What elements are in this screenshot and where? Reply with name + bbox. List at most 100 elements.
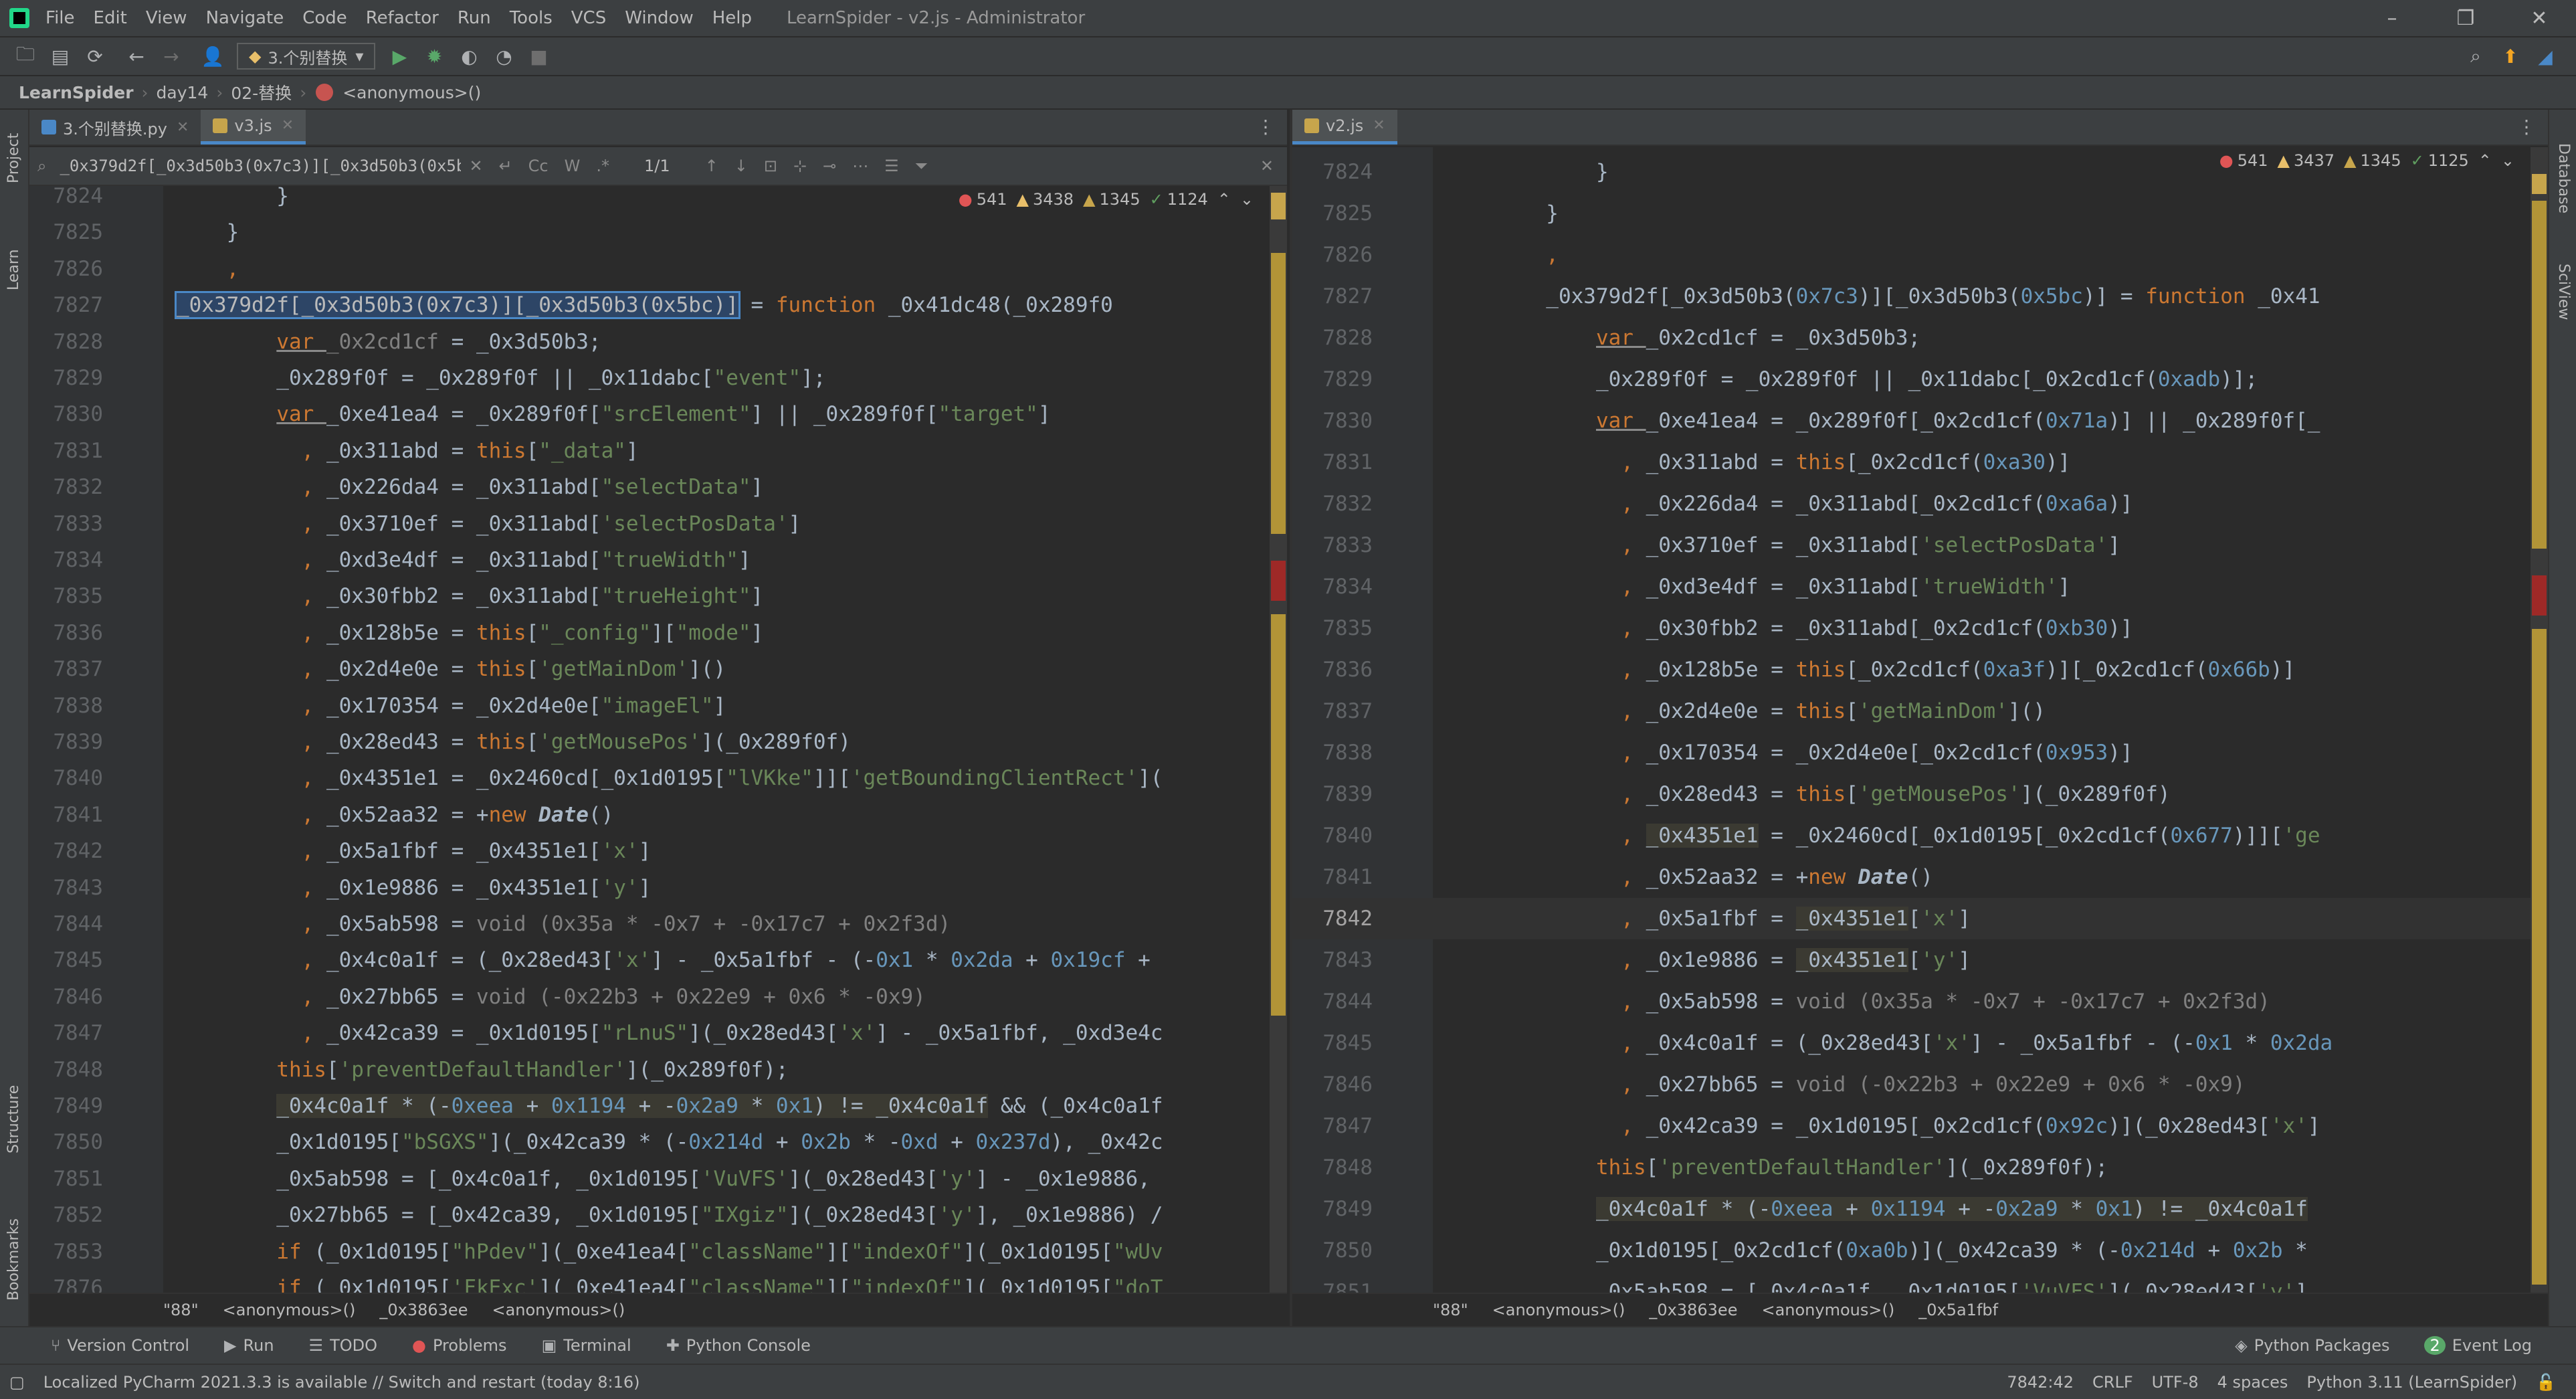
code-line[interactable]: 7850 _0x1d0195["bSGXS"](_0x42ca39 * (-0x… [29,1124,1287,1160]
user-icon[interactable]: 👤 [198,41,227,71]
code-line[interactable]: 7850 _0x1d0195[_0x2cd1cf(0xa0b)](_0x42ca… [1292,1230,2548,1271]
code-line[interactable]: 7827 _0x379d2f[_0x3d50b3(0x7c3)][_0x3d50b… [29,287,1287,323]
lock-icon[interactable]: 🔓 [2527,1373,2576,1392]
code-line[interactable]: 7840 , _0x4351e1 = _0x2460cd[_0x1d0195[_… [1292,815,2548,856]
more-icon[interactable]: ⋮ [2505,116,2548,145]
new-line-icon[interactable]: ↵ [499,157,512,175]
tab-v3-js[interactable]: v3.js ✕ [201,110,306,145]
indent-setting[interactable]: 4 spaces [2208,1373,2298,1392]
code-line[interactable]: 7833 , _0x3710ef = _0x311abd['selectPosD… [29,506,1287,542]
crumb[interactable]: <anonymous>() [1749,1301,1906,1319]
sciview-tool-tab[interactable]: SciView [2555,264,2572,320]
tool-window-problems[interactable]: ● Problems [395,1336,524,1355]
menu-tools[interactable]: Tools [500,8,562,28]
maximize-icon[interactable]: ❐ [2429,7,2502,30]
menu-vcs[interactable]: VCS [562,8,615,28]
code-line[interactable]: 7827 _0x379d2f[_0x3d50b3(0x7c3)][_0x3d50… [1292,276,2548,317]
code-line[interactable]: 7825 } [29,214,1287,250]
code-line[interactable]: 7844 , _0x5ab598 = void (0x35a * -0x7 + … [29,906,1287,942]
crumb[interactable]: _0x5a1fbf [1906,1301,2010,1319]
status-message[interactable]: Localized PyCharm 2021.3.3 is available … [34,1373,650,1392]
update-icon[interactable]: ⬆ [2496,41,2525,71]
line-separator[interactable]: CRLF [2083,1373,2143,1392]
code-line[interactable]: 7843 , _0x1e9886 = _0x4351e1['y'] [1292,939,2548,981]
chevron-down-icon[interactable]: ⌄ [1240,190,1254,209]
code-line[interactable]: 7834 , _0xd3e4df = _0x311abd['trueWidth'… [1292,566,2548,608]
match-case-toggle[interactable]: Cc [528,157,549,175]
file-encoding[interactable]: UTF-8 [2143,1373,2208,1392]
crumb[interactable]: <anonymous>() [480,1301,637,1319]
code-line[interactable]: 7841 , _0x52aa32 = +new Date() [1292,856,2548,898]
more-icon[interactable]: ⋮ [1244,116,1287,145]
close-icon[interactable]: ✕ [282,117,294,134]
code-line[interactable]: 7833 , _0x3710ef = _0x311abd['selectPosD… [1292,525,2548,566]
code-line[interactable]: 7844 , _0x5ab598 = void (0x35a * -0x7 + … [1292,981,2548,1022]
code-line[interactable]: 7832 , _0x226da4 = _0x311abd["selectData… [29,469,1287,505]
tool-window-run[interactable]: ▶ Run [207,1336,292,1355]
search-icon[interactable]: ⌕ [2461,41,2490,71]
clear-icon[interactable]: ✕ [469,157,482,175]
menu-window[interactable]: Window [615,8,703,28]
close-icon[interactable]: ✕ [1373,117,1385,134]
stop-icon[interactable]: ■ [524,41,553,71]
select-occurrences-icon[interactable]: ⋯ [852,157,868,175]
code-line[interactable]: 7832 , _0x226da4 = _0x311abd[_0x2cd1cf(0… [1292,483,2548,525]
save-icon[interactable]: ▤ [45,41,75,71]
crumb[interactable]: _0x3863ee [1637,1301,1749,1319]
code-line[interactable]: 7842 , _0x5a1fbf = _0x4351e1['x'] [1292,898,2548,939]
code-line[interactable]: 7825 } [1292,193,2548,234]
code-line[interactable]: 7840 , _0x4351e1 = _0x2460cd[_0x1d0195["… [29,760,1287,796]
chevron-up-icon[interactable]: ⌃ [1217,190,1231,209]
caret-position[interactable]: 7842:42 [1997,1373,2083,1392]
breadcrumb-project[interactable]: LearnSpider [15,83,138,102]
menu-view[interactable]: View [136,8,197,28]
open-folder-icon[interactable]: 🗀 [11,41,40,71]
menu-run[interactable]: Run [448,8,500,28]
back-icon[interactable]: ← [122,41,151,71]
tool-window-python-console[interactable]: ✚ Python Console [649,1336,828,1355]
code-line[interactable]: 7836 , _0x128b5e = this[_0x2cd1cf(0xa3f)… [1292,649,2548,690]
code-line[interactable]: 7843 , _0x1e9886 = _0x4351e1['y'] [29,870,1287,906]
code-line[interactable]: 7830 var _0xe41ea4 = _0x289f0f["srcEleme… [29,396,1287,432]
error-stripe[interactable] [2531,147,2548,1293]
code-line[interactable]: 7849 _0x4c0a1f * (-0xeea + 0x1194 + -0x2… [1292,1188,2548,1230]
code-line[interactable]: 7848 this['preventDefaultHandler'](_0x28… [29,1052,1287,1088]
arrow-up-icon[interactable]: ↑ [705,157,718,175]
search-icon[interactable]: ⌕ [37,157,46,175]
coverage-icon[interactable]: ◐ [454,41,484,71]
code-line[interactable]: 7838 , _0x170354 = _0x2d4e0e[_0x2cd1cf(0… [1292,732,2548,773]
run-icon[interactable]: ▶ [385,41,414,71]
inspection-widget[interactable]: 541 3437 1345 1125 ⌃ ⌄ [2203,151,2521,170]
code-line[interactable]: 7837 , _0x2d4e0e = this['getMainDom']() [29,651,1287,687]
minimize-icon[interactable]: – [2355,7,2429,30]
code-line[interactable]: 7834 , _0xd3e4df = _0x311abd["trueWidth"… [29,542,1287,578]
inspection-widget[interactable]: 541 3438 1345 1124 ⌃ ⌄ [942,190,1260,209]
crumb[interactable]: <anonymous>() [211,1301,368,1319]
options-icon[interactable]: ☰ [884,157,899,175]
code-area[interactable]: 541 3437 1345 1125 ⌃ ⌄ 7824 }7825 }7826 … [1292,147,2548,1293]
code-line[interactable]: 7847 , _0x42ca39 = _0x1d0195[_0x2cd1cf(0… [1292,1105,2548,1147]
code-line[interactable]: 7838 , _0x170354 = _0x2d4e0e["imageEl"] [29,688,1287,724]
menu-help[interactable]: Help [703,8,761,28]
code-line[interactable]: 7835 , _0x30fbb2 = _0x311abd["trueHeight… [29,578,1287,614]
debug-icon[interactable]: ✹ [419,41,449,71]
menu-file[interactable]: File [36,8,84,28]
tool-window-version-control[interactable]: ⑂ Version Control [33,1336,207,1355]
code-line[interactable]: 7852 _0x27bb65 = [_0x42ca39, _0x1d0195["… [29,1197,1287,1233]
close-window-icon[interactable]: ✕ [2502,7,2576,30]
code-line[interactable]: 7853 if (_0x1d0195["hPdev"](_0xe41ea4["c… [29,1234,1287,1270]
tool-window-todo[interactable]: ☰ TODO [292,1336,395,1355]
code-line[interactable]: 7851 _0x5ab598 = [_0x4c0a1f, _0x1d0195['… [1292,1271,2548,1293]
select-all-icon[interactable]: ⊡ [764,157,777,175]
code-line[interactable]: 7839 , _0x28ed43 = this['getMousePos'](_… [29,724,1287,760]
tab-v2-js[interactable]: v2.js ✕ [1292,110,1397,145]
project-tool-tab[interactable]: Project [5,133,22,183]
regex-toggle[interactable]: .* [596,157,609,175]
code-line[interactable]: 7831 , _0x311abd = this["_data"] [29,433,1287,469]
code-line[interactable]: 7841 , _0x52aa32 = +new Date() [29,797,1287,833]
add-cursor-icon[interactable]: ⊹ [793,157,807,175]
chevron-up-icon[interactable]: ⌃ [2478,151,2492,170]
code-line[interactable]: 7846 , _0x27bb65 = void (-0x22b3 + 0x22e… [29,979,1287,1015]
code-line[interactable]: 7848 this['preventDefaultHandler'](_0x28… [1292,1147,2548,1188]
tab-py-file[interactable]: 3.个别替换.py ✕ [29,110,201,145]
